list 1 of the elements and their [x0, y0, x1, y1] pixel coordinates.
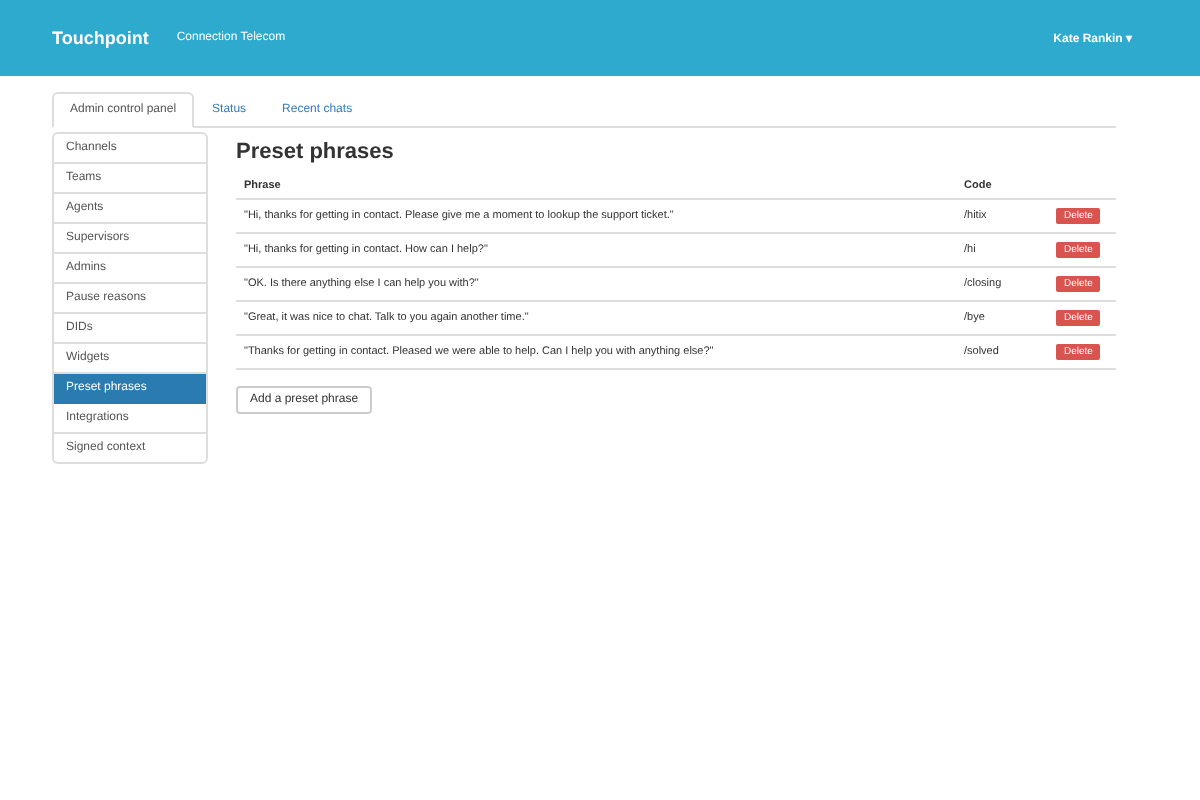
- page-title: Preset phrases: [236, 140, 396, 164]
